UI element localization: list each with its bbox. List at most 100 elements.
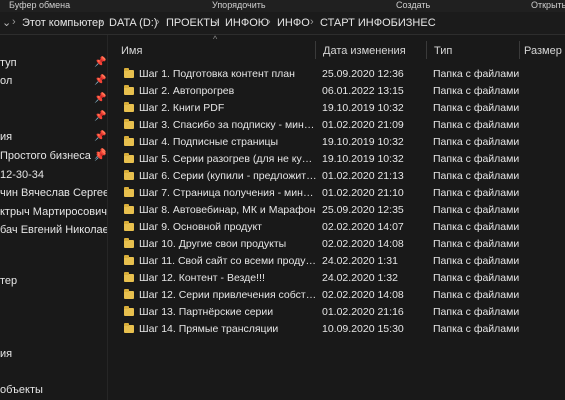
- list-item[interactable]: Шаг 5. Серии разогрев (для не купили ...…: [108, 151, 565, 168]
- pin-icon[interactable]: 📌: [94, 111, 106, 122]
- folder-icon: [124, 323, 134, 333]
- nav-item[interactable]: ия: [0, 131, 12, 143]
- file-name: Шаг 11. Свой сайт со всеми продуктами: [139, 255, 317, 267]
- nav-item[interactable]: ктрыч Мартиросович Вар: [0, 206, 107, 218]
- chevron-right-icon[interactable]: ›: [310, 16, 314, 28]
- file-name: Шаг 3. Спасибо за подписку - миникурс: [139, 119, 317, 131]
- nav-item[interactable]: ол: [0, 75, 12, 87]
- list-item[interactable]: Шаг 14. Прямые трансляции 10.09.2020 15:3…: [108, 321, 565, 338]
- file-type: Папка с файлами: [433, 238, 520, 250]
- file-type: Папка с файлами: [433, 85, 520, 97]
- list-item[interactable]: Шаг 4. Подписные страницы 19.10.2019 10:3…: [108, 134, 565, 151]
- pin-icon[interactable]: 📌: [94, 151, 106, 162]
- file-type: Папка с файлами: [433, 68, 520, 80]
- pin-icon[interactable]: 📌: [94, 75, 106, 86]
- chevron-right-icon[interactable]: ›: [99, 16, 103, 28]
- file-type: Папка с файлами: [433, 170, 520, 182]
- list-item[interactable]: Шаг 6. Серии (купили - предложить до... 0…: [108, 168, 565, 185]
- nav-item[interactable]: чин Вячеслав Сергеевич: [0, 187, 107, 199]
- folder-icon: [124, 153, 134, 163]
- address-bar[interactable]: ⌄ › Этот компьютер › DATA (D:) › ПРОЕКТЫ…: [0, 12, 565, 35]
- file-date: 19.10.2019 10:32: [322, 153, 404, 165]
- file-name: Шаг 9. Основной продукт: [139, 221, 262, 233]
- folder-icon: [124, 255, 134, 265]
- column-header-label: Имя: [121, 45, 143, 57]
- column-separator[interactable]: [519, 41, 520, 59]
- folder-icon: [124, 170, 134, 180]
- list-item[interactable]: Шаг 12. Серии привлечения собственн... 02…: [108, 287, 565, 304]
- navigation-pane[interactable]: туп 📌 ол 📌 📌 📌 ия 📌 📌 Простого бизнеса 📌…: [0, 35, 107, 400]
- file-type: Папка с файлами: [433, 102, 520, 114]
- file-date: 24.02.2020 1:32: [322, 272, 398, 284]
- list-item[interactable]: Шаг 8. Автовебинар, МК и Марафон 25.09.20…: [108, 202, 565, 219]
- list-item[interactable]: Шаг 12. Контент - Везде!!! 24.02.2020 1:3…: [108, 270, 565, 287]
- file-type: Папка с файлами: [433, 187, 520, 199]
- file-date: 02.02.2020 14:08: [322, 289, 404, 301]
- breadcrumb-root-chevron-icon[interactable]: ›: [12, 16, 16, 28]
- list-item[interactable]: Шаг 7. Страница получения - миникурс 01.0…: [108, 185, 565, 202]
- breadcrumb-current-folder[interactable]: СТАРТ ИНФОБИЗНЕС: [320, 17, 436, 29]
- file-type: Папка с файлами: [433, 323, 520, 335]
- file-date: 25.09.2020 12:36: [322, 68, 404, 80]
- chevron-right-icon[interactable]: ›: [156, 16, 160, 28]
- file-name: Шаг 13. Партнёрские серии: [139, 306, 274, 318]
- file-date: 19.10.2019 10:32: [322, 102, 404, 114]
- nav-item[interactable]: тер: [0, 275, 17, 287]
- nav-item[interactable]: Простого бизнеса: [0, 150, 91, 162]
- nav-item[interactable]: туп: [0, 57, 17, 69]
- list-item[interactable]: Шаг 2. Книги PDF 19.10.2019 10:32 Папка с …: [108, 100, 565, 117]
- column-header-date[interactable]: Дата изменения: [315, 35, 426, 63]
- chevron-right-icon[interactable]: ›: [215, 16, 219, 28]
- file-date: 01.02.2020 21:09: [322, 119, 404, 131]
- file-name: Шаг 2. Автопрогрев: [139, 85, 235, 97]
- pin-icon[interactable]: 📌: [94, 93, 106, 104]
- column-separator[interactable]: [426, 41, 427, 59]
- file-list[interactable]: ^ Имя Дата изменения Тип Размер Шаг 1. П…: [108, 34, 565, 400]
- file-name: Шаг 12. Контент - Везде!!!: [139, 272, 265, 284]
- folder-icon: [124, 306, 134, 316]
- file-name: Шаг 2. Книги PDF: [139, 102, 225, 114]
- folder-icon: [124, 187, 134, 197]
- nav-item[interactable]: 12-30-34: [0, 169, 44, 181]
- list-item[interactable]: Шаг 2. Автопрогрев 06.01.2022 13:15 Папка …: [108, 83, 565, 100]
- ribbon: Буфер обмена Упорядочить Создать Открыть: [0, 0, 565, 12]
- list-item[interactable]: Шаг 3. Спасибо за подписку - миникурс 01.…: [108, 117, 565, 134]
- chevron-right-icon[interactable]: ›: [267, 16, 271, 28]
- list-item[interactable]: Шаг 11. Свой сайт со всеми продуктами 24.…: [108, 253, 565, 270]
- nav-item[interactable]: объекты: [0, 384, 43, 396]
- list-item[interactable]: Шаг 13. Партнёрские серии 01.02.2020 21:1…: [108, 304, 565, 321]
- file-date: 25.09.2020 12:35: [322, 204, 404, 216]
- breadcrumb-projects[interactable]: ПРОЕКТЫ: [166, 17, 220, 29]
- column-header-type[interactable]: Тип: [426, 35, 519, 63]
- folder-icon: [124, 204, 134, 214]
- folder-icon: [124, 221, 134, 231]
- breadcrumb-drive[interactable]: DATA (D:): [109, 17, 157, 29]
- file-type: Папка с файлами: [433, 221, 520, 233]
- nav-item[interactable]: ия: [0, 348, 12, 360]
- recent-locations-icon[interactable]: ⌄: [2, 16, 11, 29]
- list-item[interactable]: Шаг 1. Подготовка контент план 25.09.2020…: [108, 66, 565, 83]
- folder-icon: [124, 272, 134, 282]
- list-item[interactable]: Шаг 9. Основной продукт 02.02.2020 14:07 П…: [108, 219, 565, 236]
- breadcrumb-this-pc[interactable]: Этот компьютер: [22, 17, 104, 29]
- folder-icon: [124, 238, 134, 248]
- breadcrumb-infoyu[interactable]: ИНФОЮ: [225, 17, 269, 29]
- file-type: Папка с файлами: [433, 272, 520, 284]
- file-name: Шаг 4. Подписные страницы: [139, 136, 279, 148]
- file-name: Шаг 10. Другие свои продукты: [139, 238, 287, 250]
- breadcrumb-info[interactable]: ИНФО: [277, 17, 310, 29]
- pin-icon[interactable]: 📌: [94, 131, 106, 142]
- file-date: 06.01.2022 13:15: [322, 85, 404, 97]
- column-separator[interactable]: [315, 41, 316, 59]
- nav-item[interactable]: бач Евгений Николаеви: [0, 224, 107, 236]
- list-item[interactable]: Шаг 10. Другие свои продукты 02.02.2020 1…: [108, 236, 565, 253]
- column-header-size[interactable]: Размер: [519, 35, 565, 63]
- ribbon-group-clipboard: Буфер обмена: [9, 0, 71, 10]
- file-date: 01.02.2020 21:16: [322, 306, 404, 318]
- pin-icon[interactable]: 📌: [94, 57, 106, 68]
- file-name: Шаг 6. Серии (купили - предложить до...: [139, 170, 317, 182]
- folder-icon: [124, 136, 134, 146]
- column-header-name[interactable]: Имя: [108, 35, 315, 63]
- file-name: Шаг 1. Подготовка контент план: [139, 68, 295, 80]
- file-date: 01.02.2020 21:10: [322, 187, 404, 199]
